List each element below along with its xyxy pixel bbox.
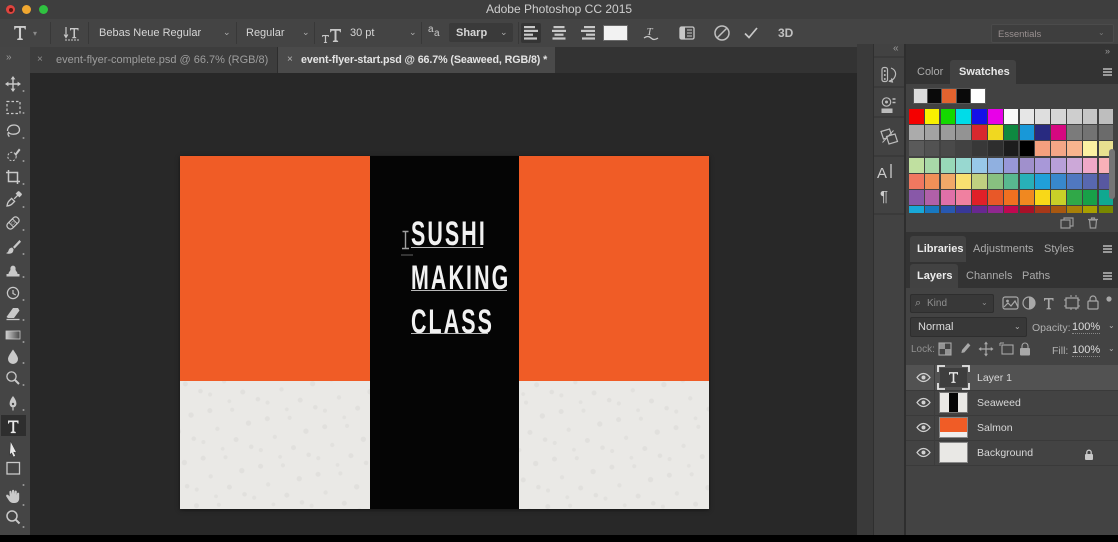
svg-text:A: A — [877, 165, 887, 182]
svg-text:¶: ¶ — [880, 188, 888, 205]
